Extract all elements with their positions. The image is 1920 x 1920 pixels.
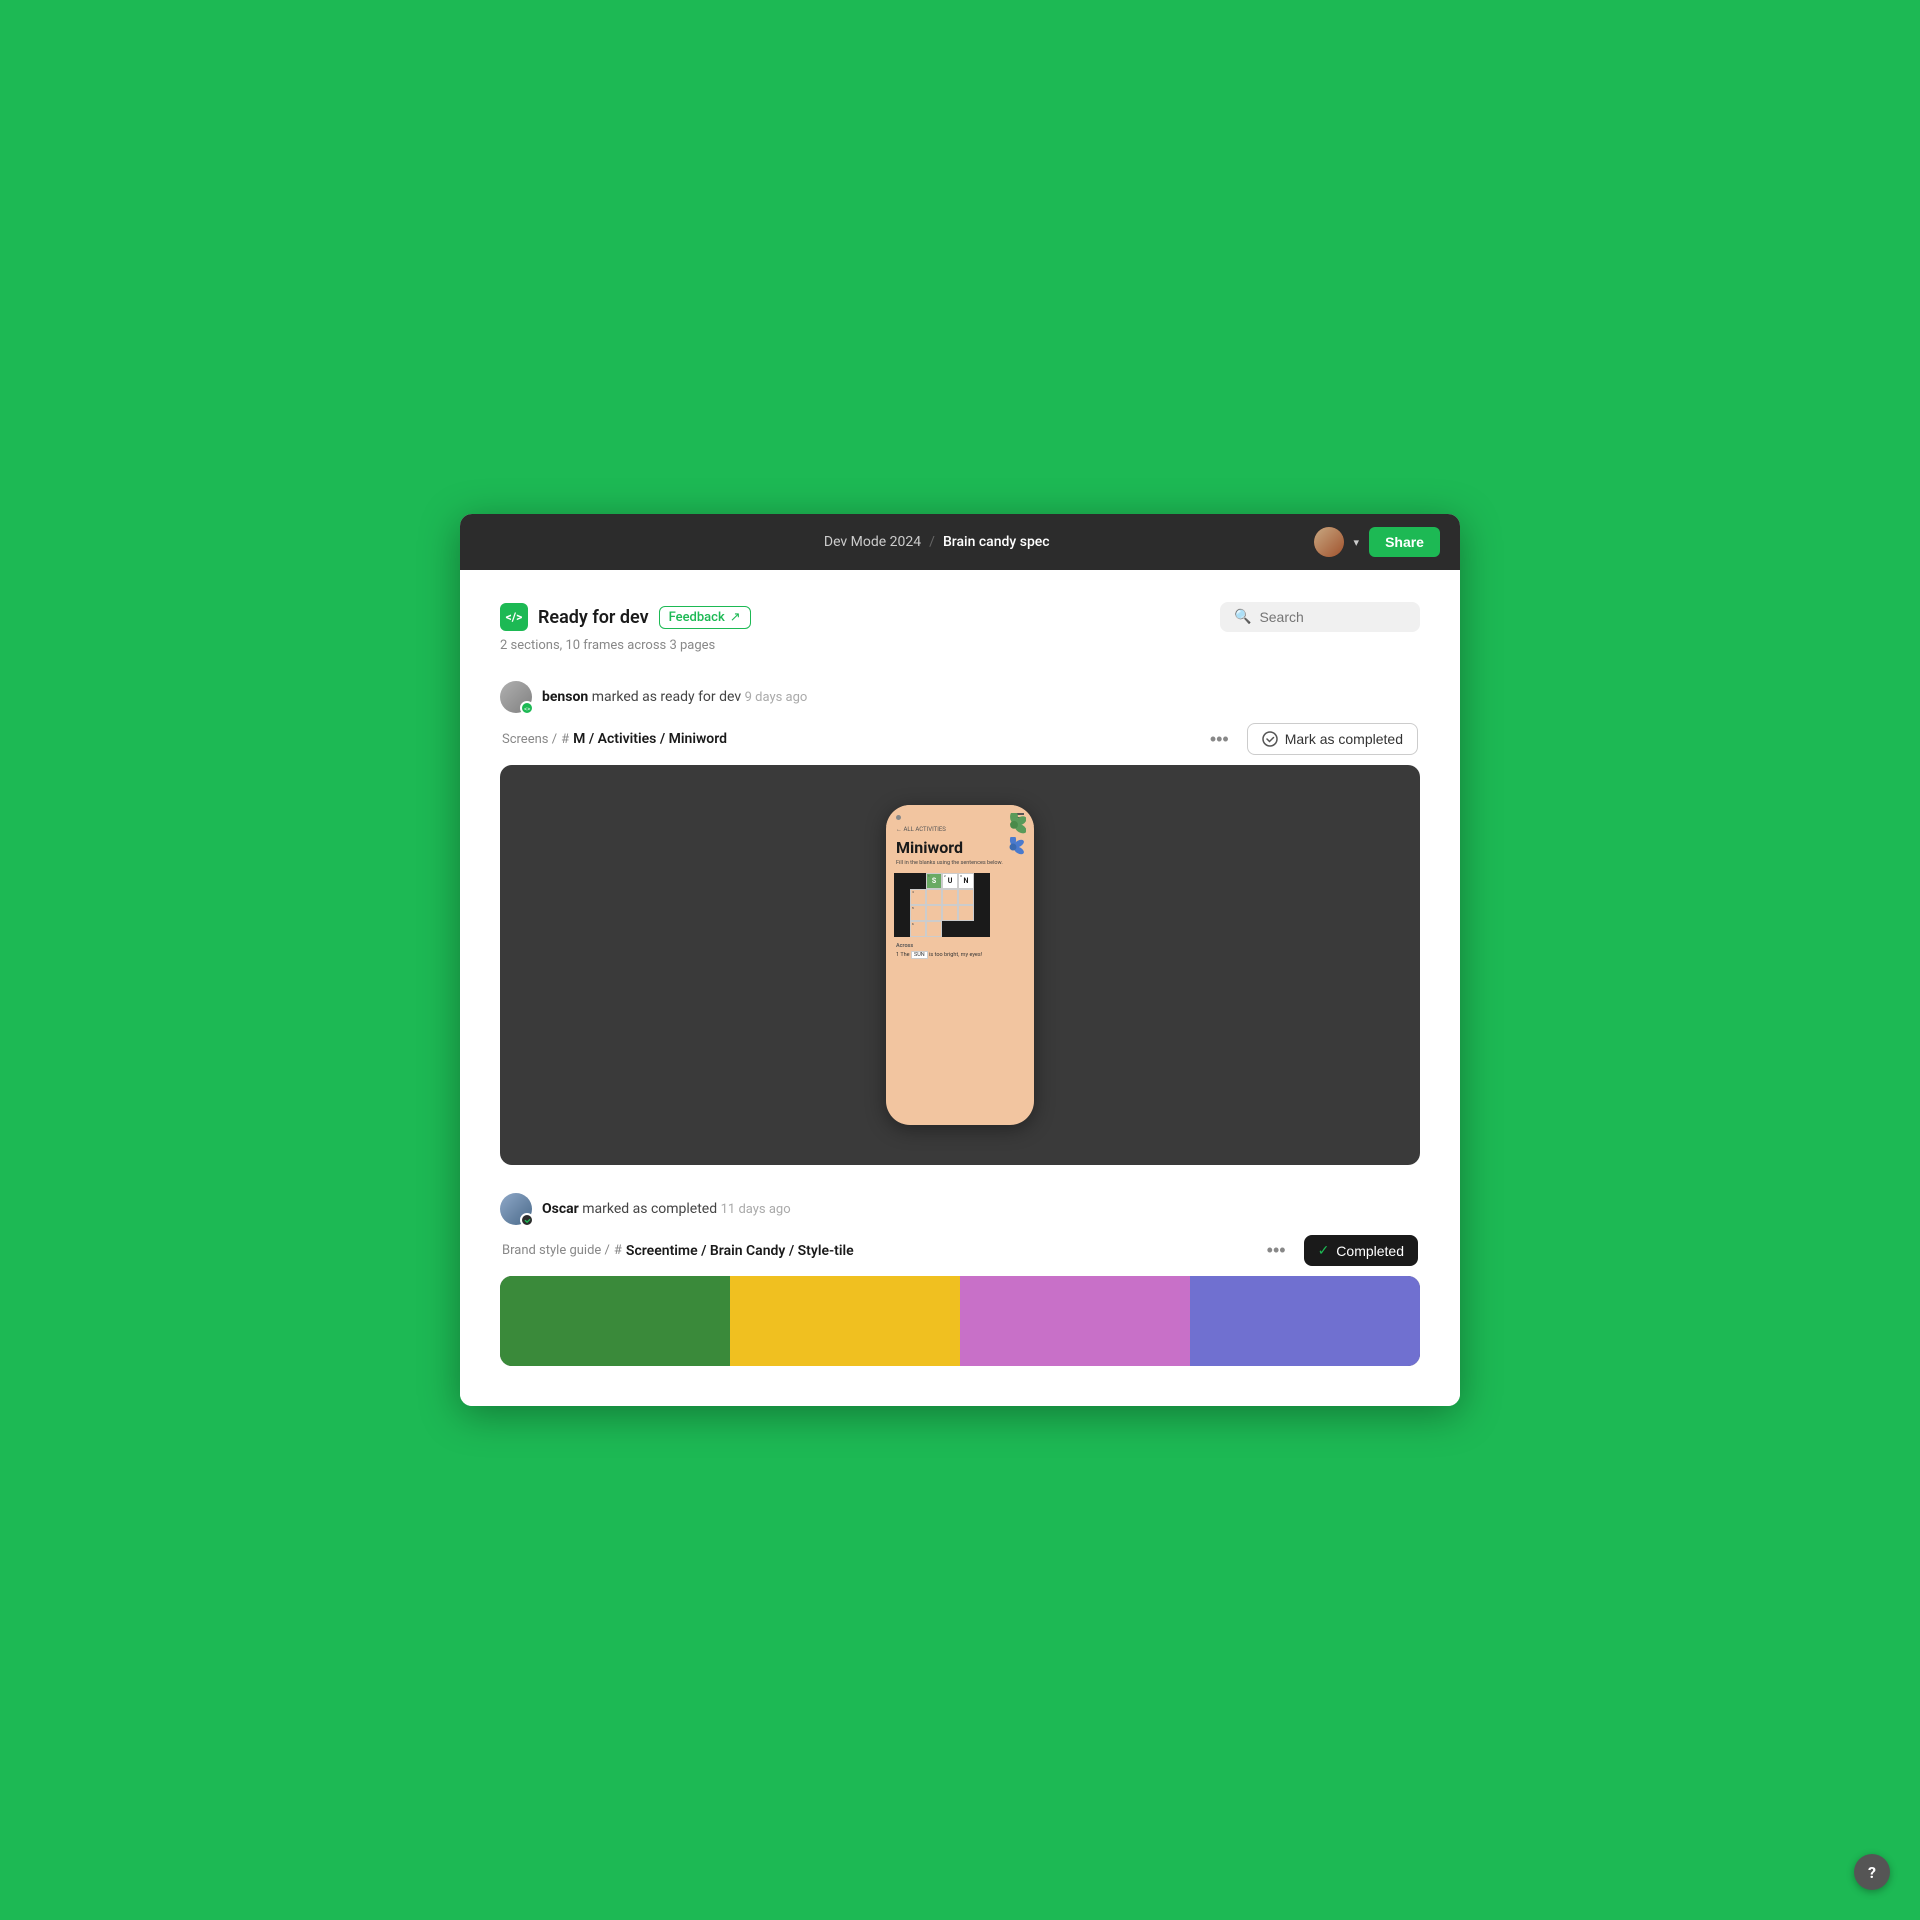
frame-path-row-2: Brand style guide / # Screentime / Brain… (500, 1235, 1420, 1266)
search-icon: 🔍 (1234, 609, 1251, 625)
avatar[interactable] (1314, 527, 1344, 557)
external-link-icon: ↗ (730, 610, 741, 625)
path-prefix-2: Brand style guide / (502, 1243, 610, 1258)
crossword-grid: 1S 2U 3N 4 (894, 873, 1026, 937)
style-tile-yellow (730, 1276, 960, 1366)
dev-badge: <> (520, 701, 534, 715)
svg-text:<>: <> (524, 706, 530, 712)
completed-check-icon: ✓ (1318, 1242, 1330, 1259)
main-content: </> Ready for dev Feedback ↗ 🔍 2 section… (460, 570, 1460, 1406)
frame-actions-1: ••• Mark as completed (1202, 723, 1418, 755)
style-tile-blue (1190, 1276, 1420, 1366)
style-tile-purple (960, 1276, 1190, 1366)
phone-subtitle: Fill in the blanks using the sentences b… (886, 859, 1034, 873)
completed-label: Completed (1336, 1243, 1404, 1259)
user-avatar-benson: <> (500, 681, 532, 713)
chevron-down-icon[interactable]: ▾ (1354, 536, 1360, 549)
frame-actions-2: ••• ✓ Completed (1259, 1235, 1418, 1266)
frame-hash-icon-2: # (614, 1243, 622, 1258)
check-circle-icon (1262, 731, 1278, 747)
section-title: Ready for dev (538, 607, 649, 628)
user-name-benson: benson (542, 689, 588, 705)
activity-text-2: Oscar marked as completed 11 days ago (542, 1201, 791, 1217)
mark-complete-label: Mark as completed (1285, 731, 1403, 747)
frame-preview-1: ← ALL ACTIVITIES Miniword Fill in the bl… (500, 765, 1420, 1165)
titlebar: Dev Mode 2024 / Brain candy spec ▾ Share (460, 514, 1460, 570)
phone-clue: 1 The SUN is too bright, my eyes! (896, 951, 1024, 959)
section-header: </> Ready for dev Feedback ↗ 🔍 (500, 602, 1420, 632)
phone-mockup: ← ALL ACTIVITIES Miniword Fill in the bl… (886, 805, 1034, 1125)
share-button[interactable]: Share (1369, 527, 1440, 557)
completed-button[interactable]: ✓ Completed (1304, 1235, 1418, 1266)
flower-blue-icon (1002, 837, 1024, 857)
feedback-label: Feedback (669, 610, 725, 625)
frame-hash-icon-1: # (561, 732, 569, 747)
frame-path-1: Screens / # M / Activities / Miniword (502, 731, 727, 747)
activity-item-1: <> benson marked as ready for dev 9 days… (500, 681, 1420, 1165)
file-name: Brain candy spec (943, 534, 1050, 550)
app-window: Dev Mode 2024 / Brain candy spec ▾ Share… (460, 514, 1460, 1406)
user-avatar-oscar (500, 1193, 532, 1225)
phone-clue-section: Across 1 The SUN is too bright, my eyes! (886, 937, 1034, 959)
search-box[interactable]: 🔍 (1220, 602, 1420, 632)
activity-text-1: benson marked as ready for dev 9 days ag… (542, 689, 807, 705)
completed-badge (520, 1213, 534, 1227)
search-input[interactable] (1259, 609, 1406, 625)
frame-path-row-1: Screens / # M / Activities / Miniword ••… (500, 723, 1420, 755)
user-name-oscar: Oscar (542, 1201, 579, 1217)
mark-as-completed-button[interactable]: Mark as completed (1247, 723, 1418, 755)
section-subtitle: 2 sections, 10 frames across 3 pages (500, 638, 1420, 653)
activity-item-2: Oscar marked as completed 11 days ago Br… (500, 1193, 1420, 1366)
activity-header-2: Oscar marked as completed 11 days ago (500, 1193, 1420, 1225)
frame-name-2: Screentime / Brain Candy / Style-tile (626, 1243, 854, 1259)
action-text-2: marked as completed (582, 1201, 720, 1217)
feedback-badge[interactable]: Feedback ↗ (659, 606, 751, 629)
help-button[interactable]: ? (1854, 1854, 1890, 1890)
frame-preview-2 (500, 1276, 1420, 1366)
action-text-1: marked as ready for dev (592, 689, 745, 705)
more-options-button-2[interactable]: ••• (1259, 1236, 1294, 1265)
activity-time-1: 9 days ago (745, 690, 808, 705)
titlebar-actions: ▾ Share (1314, 527, 1440, 557)
phone-across-label: Across (896, 943, 1024, 949)
breadcrumb-separator: / (929, 534, 935, 550)
more-options-button-1[interactable]: ••• (1202, 725, 1237, 754)
frame-name-1: M / Activities / Miniword (573, 731, 727, 747)
project-name: Dev Mode 2024 (824, 534, 921, 550)
header-left: </> Ready for dev Feedback ↗ (500, 603, 751, 631)
frame-path-2: Brand style guide / # Screentime / Brain… (502, 1243, 854, 1259)
activity-header-1: <> benson marked as ready for dev 9 days… (500, 681, 1420, 713)
dev-mode-icon: </> (500, 603, 528, 631)
path-prefix-1: Screens / (502, 732, 557, 747)
phone-flowers (1002, 813, 1026, 857)
style-tile-green (500, 1276, 730, 1366)
titlebar-breadcrumb: Dev Mode 2024 / Brain candy spec (824, 534, 1050, 550)
flower-green-icon (1002, 813, 1026, 835)
activity-time-2: 11 days ago (721, 1202, 791, 1217)
